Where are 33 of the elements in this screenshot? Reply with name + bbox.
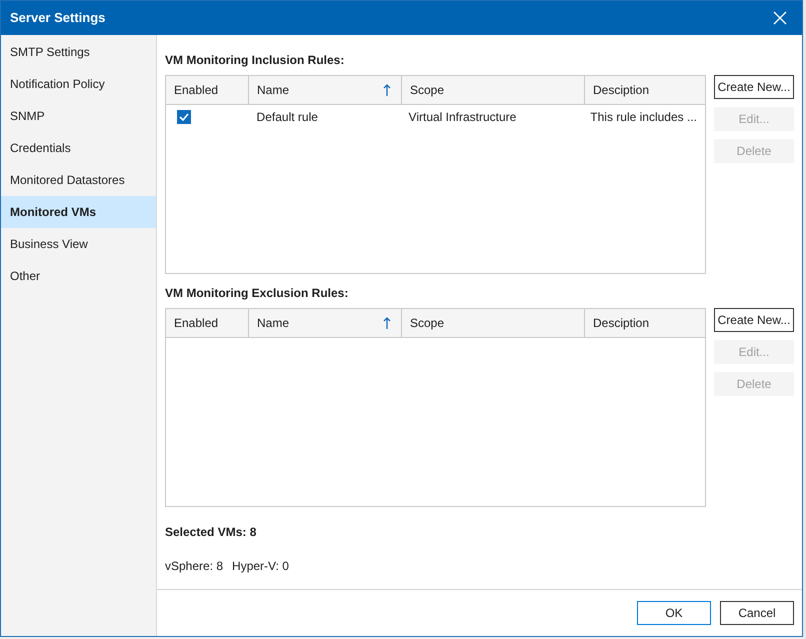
enabled-checkbox[interactable] [177, 110, 191, 124]
sidebar-item[interactable]: Business View [1, 228, 156, 260]
column-header[interactable]: Scope [402, 309, 585, 337]
vm-count-label: vSphere: 8 [165, 558, 224, 575]
sort-arrow-icon [383, 317, 391, 329]
action-button[interactable]: Create New... [714, 308, 794, 332]
selected-vms-label: Selected VMs: 8 [165, 524, 256, 541]
column-header[interactable]: Name [249, 309, 402, 337]
sidebar-item[interactable]: Monitored VMs [1, 196, 156, 228]
section-title: VM Monitoring Inclusion Rules: [165, 52, 344, 67]
column-header[interactable]: Desciption [585, 76, 705, 104]
sort-arrow-icon [383, 84, 391, 96]
cancel-button[interactable]: Cancel [720, 601, 794, 625]
sidebar-item[interactable]: SNMP [1, 100, 156, 132]
window-title: Server Settings [10, 9, 106, 28]
action-button[interactable]: Create New... [714, 75, 794, 99]
sidebar-item[interactable]: Other [1, 260, 156, 292]
column-header[interactable]: Desciption [585, 309, 705, 337]
sidebar-item[interactable]: Notification Policy [1, 68, 156, 100]
close-icon[interactable] [773, 11, 787, 25]
table-cell: This rule includes ... [590, 110, 697, 124]
sidebar-item[interactable]: Monitored Datastores [1, 164, 156, 196]
column-header[interactable]: Enabled [166, 76, 249, 104]
ok-button[interactable]: OK [637, 601, 711, 625]
column-header[interactable]: Enabled [166, 309, 249, 337]
column-header[interactable]: Scope [402, 76, 585, 104]
column-header[interactable]: Name [249, 76, 402, 104]
vm-count-label: Hyper-V: 0 [232, 558, 289, 575]
table-cell: Default rule [256, 110, 318, 124]
sidebar-item[interactable]: SMTP Settings [1, 36, 156, 68]
sidebar-item[interactable]: Credentials [1, 132, 156, 164]
section-title: VM Monitoring Exclusion Rules: [165, 285, 348, 300]
table-cell: Virtual Infrastructure [408, 110, 516, 124]
